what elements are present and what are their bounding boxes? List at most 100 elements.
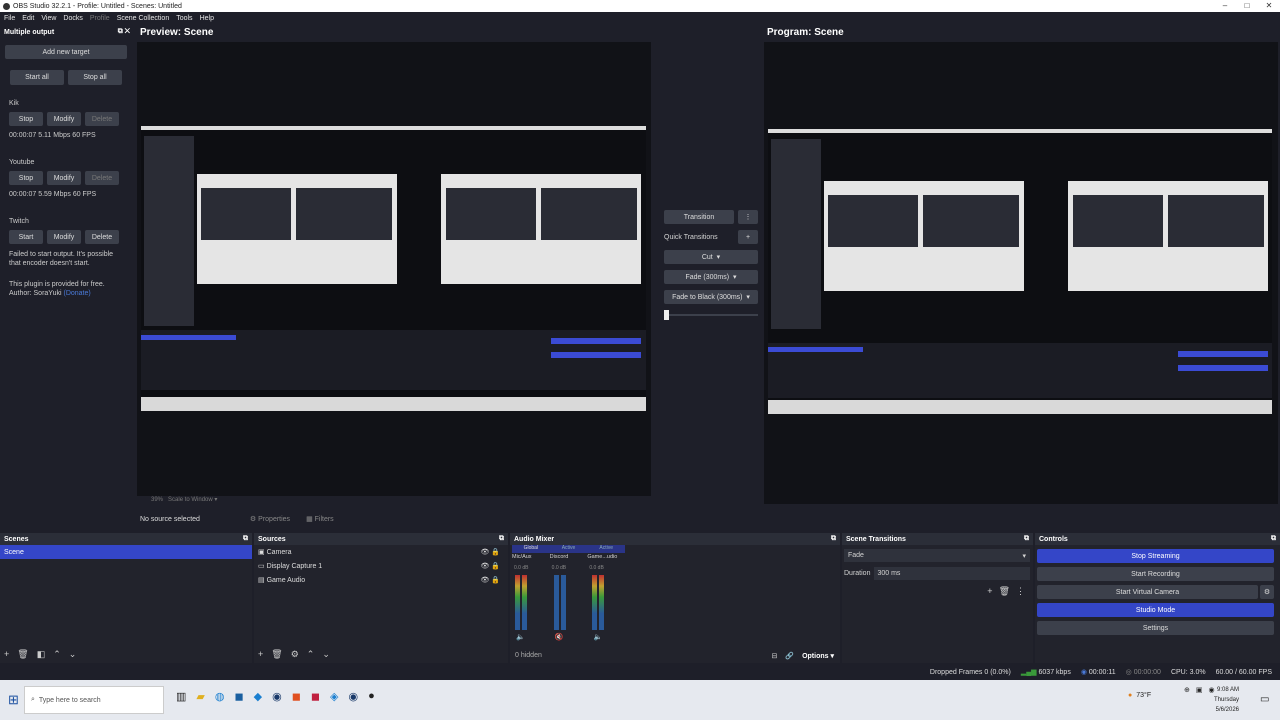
- taskbar-search[interactable]: ⌕ Type here to search: [24, 686, 164, 714]
- mixer-tab-active-2[interactable]: Active: [587, 545, 625, 553]
- youtube-modify-button[interactable]: Modify: [47, 171, 81, 185]
- menu-tools[interactable]: Tools: [176, 15, 192, 22]
- stop-all-button[interactable]: Stop all: [68, 70, 122, 85]
- app-icon[interactable]: ◼: [292, 690, 301, 703]
- quick-fade-black-button[interactable]: Fade to Black (300ms) ▾: [664, 290, 758, 304]
- transition-slider[interactable]: [664, 310, 758, 320]
- source-item-display[interactable]: ▭ Display Capture 1 👁 🔒: [254, 559, 508, 573]
- transition-menu-icon[interactable]: ⋮: [738, 210, 758, 224]
- youtube-delete-button[interactable]: Delete: [85, 171, 119, 185]
- twitch-modify-button[interactable]: Modify: [47, 230, 81, 244]
- add-new-target-button[interactable]: Add new target: [5, 45, 127, 59]
- app-icon[interactable]: ◆: [254, 690, 262, 703]
- dock-float-icon[interactable]: ⧉: [243, 535, 248, 543]
- mixer-tab-global[interactable]: Global: [512, 545, 550, 553]
- speaker-mute-icon[interactable]: 🔈: [516, 633, 525, 641]
- minimize-button[interactable]: –: [1214, 0, 1236, 12]
- scene-filter-icon[interactable]: ◧: [37, 649, 46, 660]
- move-down-icon[interactable]: ⌄: [322, 649, 330, 660]
- quick-fade-button[interactable]: Fade (300ms) ▾: [664, 270, 758, 284]
- mixer-channel-discord[interactable]: Discord: [550, 554, 588, 560]
- kik-modify-button[interactable]: Modify: [47, 112, 81, 126]
- move-up-icon[interactable]: ⌃: [53, 649, 61, 660]
- dock-close-icon[interactable]: ⧉ ✕: [118, 28, 130, 36]
- source-settings-icon[interactable]: ⚙: [291, 649, 299, 660]
- mixer-layout-icon[interactable]: ⊟: [771, 652, 777, 660]
- virtual-camera-gear-icon[interactable]: ⚙: [1260, 585, 1274, 599]
- store-icon[interactable]: ◼: [234, 690, 243, 703]
- weather-widget[interactable]: ● 73°F: [1128, 692, 1151, 699]
- menu-file[interactable]: File: [4, 15, 15, 22]
- transition-more-icon[interactable]: ⋮: [1016, 586, 1025, 597]
- visibility-eye-icon[interactable]: 👁 🔒: [480, 576, 500, 584]
- visibility-eye-icon[interactable]: 👁 🔒: [480, 548, 500, 556]
- mixer-channel-mic[interactable]: Mic/Aux: [512, 554, 550, 560]
- source-item-camera[interactable]: ▣ Camera 👁 🔒: [254, 545, 508, 559]
- move-down-icon[interactable]: ⌄: [69, 649, 77, 660]
- twitch-start-button[interactable]: Start: [9, 230, 43, 244]
- transition-button[interactable]: Transition: [664, 210, 734, 224]
- close-window-button[interactable]: ✕: [1258, 0, 1280, 12]
- start-all-button[interactable]: Start all: [10, 70, 64, 85]
- menu-docks[interactable]: Docks: [63, 15, 82, 22]
- settings-button[interactable]: Settings: [1037, 621, 1274, 635]
- add-quick-transition-icon[interactable]: +: [738, 230, 758, 244]
- preview-canvas[interactable]: 39% Scale to Window ▾: [137, 42, 651, 503]
- start-recording-button[interactable]: Start Recording: [1037, 567, 1274, 581]
- menu-view[interactable]: View: [41, 15, 56, 22]
- quick-cut-button[interactable]: Cut ▾: [664, 250, 758, 264]
- filters-button[interactable]: ▦ Filters: [306, 515, 334, 523]
- remove-source-icon[interactable]: 🗑: [271, 649, 282, 660]
- mixer-channel-game[interactable]: Game...udio: [587, 554, 625, 560]
- windows-start-icon[interactable]: ⊞: [8, 692, 19, 708]
- kik-stop-button[interactable]: Stop: [9, 112, 43, 126]
- obs-taskbar-icon[interactable]: ●: [368, 690, 375, 703]
- add-scene-icon[interactable]: +: [4, 649, 9, 660]
- menu-profile[interactable]: Profile: [90, 15, 110, 22]
- kik-delete-button[interactable]: Delete: [85, 112, 119, 126]
- studio-mode-button[interactable]: Studio Mode: [1037, 603, 1274, 617]
- properties-button[interactable]: ⚙ Properties: [250, 515, 290, 523]
- start-virtual-camera-button[interactable]: Start Virtual Camera: [1037, 585, 1258, 599]
- donate-link[interactable]: (Donate): [63, 290, 90, 297]
- tray-icon[interactable]: ▣: [1196, 686, 1203, 694]
- source-item-game-audio[interactable]: ▤ Game Audio 👁 🔒: [254, 573, 508, 587]
- scene-item[interactable]: Scene: [0, 545, 252, 559]
- file-explorer-icon[interactable]: ▰: [196, 690, 204, 703]
- add-source-icon[interactable]: +: [258, 649, 263, 660]
- steam-icon[interactable]: ◉: [272, 690, 282, 703]
- mixer-link-icon[interactable]: 🔗: [785, 652, 794, 660]
- dock-float-icon[interactable]: ⧉: [831, 535, 836, 543]
- visibility-eye-icon[interactable]: 👁 🔒: [480, 562, 500, 570]
- speaker-mute-icon[interactable]: 🔈: [593, 633, 602, 641]
- mixer-tab-active[interactable]: Active: [550, 545, 588, 553]
- preview-zoom[interactable]: 39% Scale to Window ▾: [151, 496, 217, 503]
- add-transition-icon[interactable]: +: [987, 586, 992, 597]
- tray-icon[interactable]: ⊕: [1184, 686, 1190, 694]
- youtube-stop-button[interactable]: Stop: [9, 171, 43, 185]
- menu-edit[interactable]: Edit: [22, 15, 34, 22]
- task-view-icon[interactable]: ▥: [176, 690, 186, 703]
- maximize-button[interactable]: □: [1236, 0, 1258, 12]
- menu-scene-collection[interactable]: Scene Collection: [117, 15, 170, 22]
- edge-icon[interactable]: ◍: [215, 690, 225, 703]
- taskbar-clock[interactable]: 9:08 AM Thursday 5/6/2026: [1214, 685, 1239, 715]
- duration-input[interactable]: 300 ms: [874, 567, 1030, 580]
- menu-help[interactable]: Help: [200, 15, 214, 22]
- remove-transition-icon[interactable]: 🗑: [999, 586, 1010, 597]
- mixer-options-button[interactable]: Options ▾: [802, 652, 834, 660]
- app-icon[interactable]: ◼: [311, 690, 320, 703]
- transition-type-select[interactable]: Fade ▾: [844, 549, 1030, 562]
- dock-float-icon[interactable]: ⧉: [499, 535, 504, 543]
- dock-float-icon[interactable]: ⧉: [1024, 535, 1029, 543]
- scale-to-window[interactable]: Scale to Window: [168, 497, 213, 503]
- stop-streaming-button[interactable]: Stop Streaming: [1037, 549, 1274, 563]
- steam-icon[interactable]: ◉: [348, 690, 358, 703]
- move-up-icon[interactable]: ⌃: [307, 649, 315, 660]
- notification-icon[interactable]: ▭: [1260, 694, 1269, 705]
- app-icon[interactable]: ◈: [330, 690, 338, 703]
- speaker-muted-icon[interactable]: 🔇: [555, 633, 564, 641]
- twitch-delete-button[interactable]: Delete: [85, 230, 119, 244]
- dock-float-icon[interactable]: ⧉: [1271, 535, 1276, 543]
- remove-scene-icon[interactable]: 🗑: [17, 649, 28, 660]
